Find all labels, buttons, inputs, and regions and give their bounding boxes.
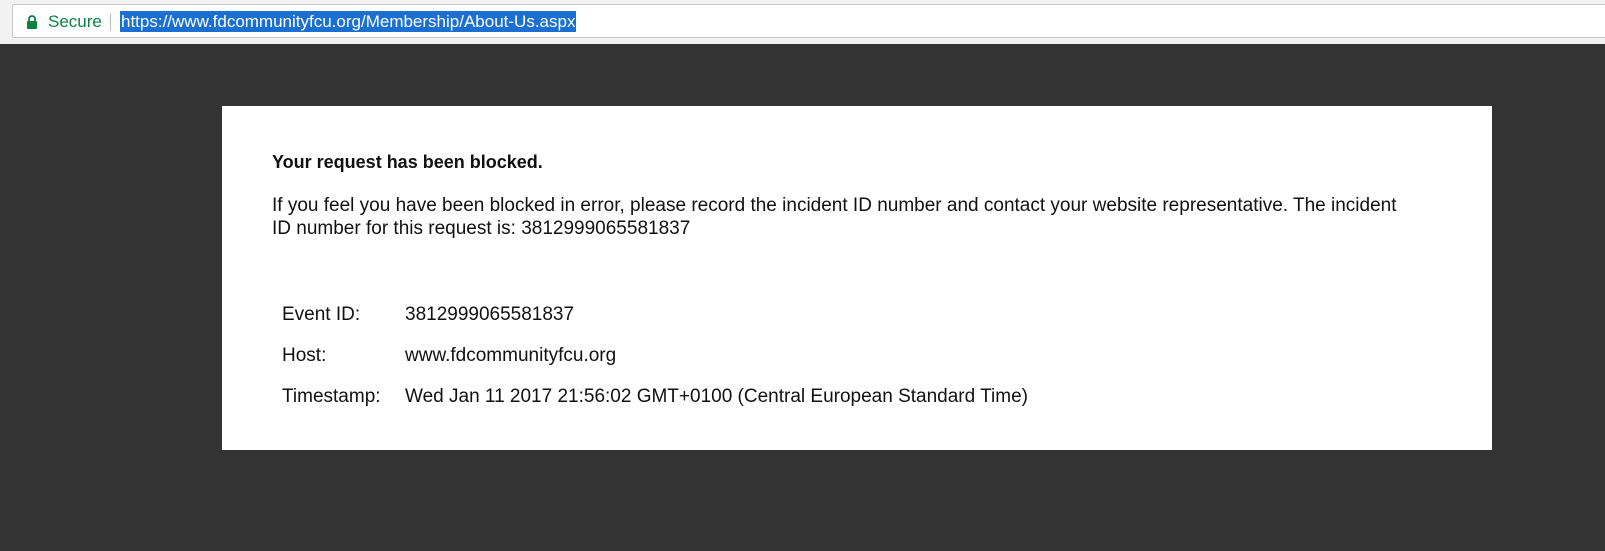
divider — [110, 13, 111, 31]
page-title: Your request has been blocked. — [272, 152, 543, 172]
address-bar[interactable]: Secure https://www.fdcommunityfcu.org/Me… — [12, 4, 1605, 38]
detail-value: www.fdcommunityfcu.org — [405, 345, 617, 366]
detail-label: Event ID: — [282, 304, 361, 325]
browser-toolbar: Secure https://www.fdcommunityfcu.org/Me… — [0, 0, 1605, 44]
url-text[interactable]: https://www.fdcommunityfcu.org/Membershi… — [120, 11, 577, 32]
page-body: Your request has been blocked. If you fe… — [0, 44, 1605, 551]
detail-label: Timestamp: — [282, 386, 381, 407]
blocked-message-card: Your request has been blocked. If you fe… — [222, 106, 1492, 450]
secure-label[interactable]: Secure — [48, 12, 102, 32]
detail-value: Wed Jan 11 2017 21:56:02 GMT+0100 (Centr… — [405, 386, 1028, 407]
lock-icon[interactable] — [26, 15, 38, 29]
detail-label: Host: — [282, 345, 327, 366]
detail-value: 3812999065581837 — [405, 304, 575, 325]
blocked-message: If you feel you have been blocked in err… — [272, 195, 1397, 239]
